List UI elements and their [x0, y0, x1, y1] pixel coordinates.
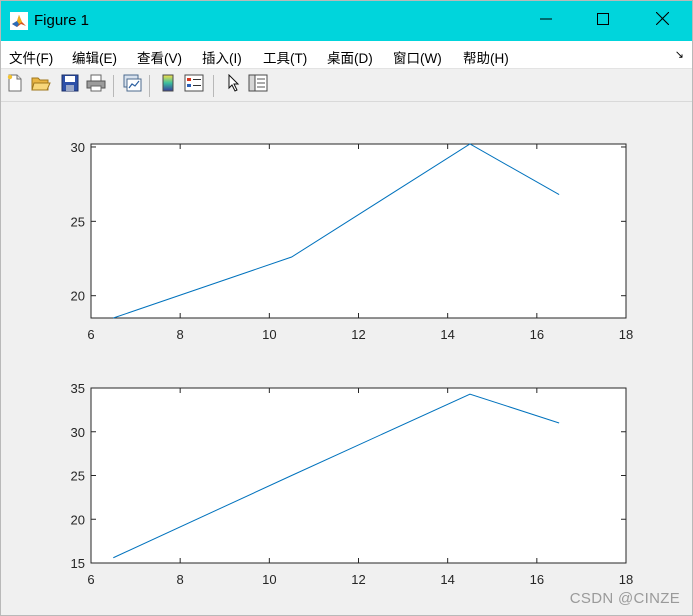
y-tick-label: 25	[71, 469, 85, 484]
y-tick-label: 30	[71, 140, 85, 155]
print-button[interactable]	[85, 74, 107, 96]
property-inspector-icon	[248, 74, 268, 97]
toolbar	[1, 70, 692, 102]
x-tick-label: 10	[262, 572, 276, 587]
matlab-logo-icon	[10, 12, 28, 30]
x-tick-label: 6	[87, 572, 94, 587]
link-plot-button[interactable]	[121, 74, 143, 96]
toolbar-separator	[213, 75, 214, 97]
close-button[interactable]	[634, 1, 690, 41]
save-button[interactable]	[59, 74, 81, 96]
y-tick-label: 35	[71, 381, 85, 396]
edit-plot-button[interactable]	[223, 73, 245, 97]
maximize-button[interactable]	[575, 1, 631, 41]
x-tick-label: 10	[262, 327, 276, 342]
minimize-icon	[540, 12, 552, 30]
print-icon	[86, 74, 106, 97]
new-figure-button[interactable]	[4, 74, 26, 96]
axes-background	[90, 143, 627, 319]
x-tick-label: 16	[530, 327, 544, 342]
watermark-text: CSDN @CINZE	[569, 590, 680, 607]
open-file-button[interactable]	[30, 74, 52, 96]
x-tick-label: 6	[87, 327, 94, 342]
y-tick-label: 20	[71, 289, 85, 304]
menu-window[interactable]: 窗口(W)	[393, 47, 442, 67]
toolbar-separator	[149, 75, 150, 97]
axes-1[interactable]: 6 8 10 12 14 16 18 20 25 30	[71, 140, 634, 342]
dock-arrow-icon[interactable]: ↘	[675, 48, 684, 61]
property-inspector-button[interactable]	[247, 74, 269, 96]
x-tick-label: 16	[530, 572, 544, 587]
edit-plot-arrow-icon	[227, 73, 241, 97]
insert-legend-icon	[184, 74, 204, 97]
minimize-button[interactable]	[518, 1, 574, 41]
insert-colorbar-button[interactable]	[157, 74, 179, 96]
axes-2[interactable]: 6 8 10 12 14 16 18 15 20 25 30 35	[71, 381, 634, 587]
x-tick-label: 14	[440, 327, 454, 342]
new-figure-icon	[6, 74, 24, 97]
x-tick-label: 14	[440, 572, 454, 587]
figure-canvas[interactable]: 6 8 10 12 14 16 18 20 25 30 6 8 10 12 14 16 18 15 20 25 30 35	[1, 103, 692, 615]
axes-background	[90, 387, 627, 564]
menu-view[interactable]: 查看(V)	[137, 47, 182, 67]
x-tick-label: 18	[619, 327, 633, 342]
menu-desktop[interactable]: 桌面(D)	[327, 47, 373, 67]
window-title: Figure 1	[34, 12, 90, 29]
y-tick-label: 15	[71, 556, 85, 571]
close-icon	[655, 11, 669, 30]
x-tick-label: 12	[351, 572, 365, 587]
insert-legend-button[interactable]	[183, 74, 205, 96]
x-tick-label: 8	[177, 327, 184, 342]
menu-tools[interactable]: 工具(T)	[263, 47, 307, 67]
figure-plots: 6 8 10 12 14 16 18 20 25 30 6 8 10 12 14 16 18 15 20 25 30 35	[71, 140, 634, 587]
title-bar[interactable]: Figure 1	[1, 1, 692, 41]
x-tick-label: 12	[351, 327, 365, 342]
menu-help[interactable]: 帮助(H)	[463, 47, 509, 67]
open-file-icon	[31, 74, 51, 97]
y-tick-label: 20	[71, 512, 85, 527]
insert-colorbar-icon	[161, 74, 175, 97]
menu-edit[interactable]: 编辑(E)	[72, 47, 117, 67]
menu-file[interactable]: 文件(F)	[9, 47, 53, 67]
figure-window: Figure 1 文件(F) 编辑(E) 查看(V) 插入(I) 工具(T) 桌…	[0, 0, 693, 616]
link-plot-icon	[122, 73, 142, 98]
maximize-icon	[597, 12, 609, 30]
y-tick-label: 30	[71, 425, 85, 440]
y-tick-label: 25	[71, 214, 85, 229]
menu-bar: 文件(F) 编辑(E) 查看(V) 插入(I) 工具(T) 桌面(D) 窗口(W…	[1, 41, 692, 69]
toolbar-separator	[113, 75, 114, 97]
menu-insert[interactable]: 插入(I)	[202, 47, 242, 67]
x-tick-label: 18	[619, 572, 633, 587]
save-icon	[61, 74, 79, 97]
x-tick-label: 8	[177, 572, 184, 587]
